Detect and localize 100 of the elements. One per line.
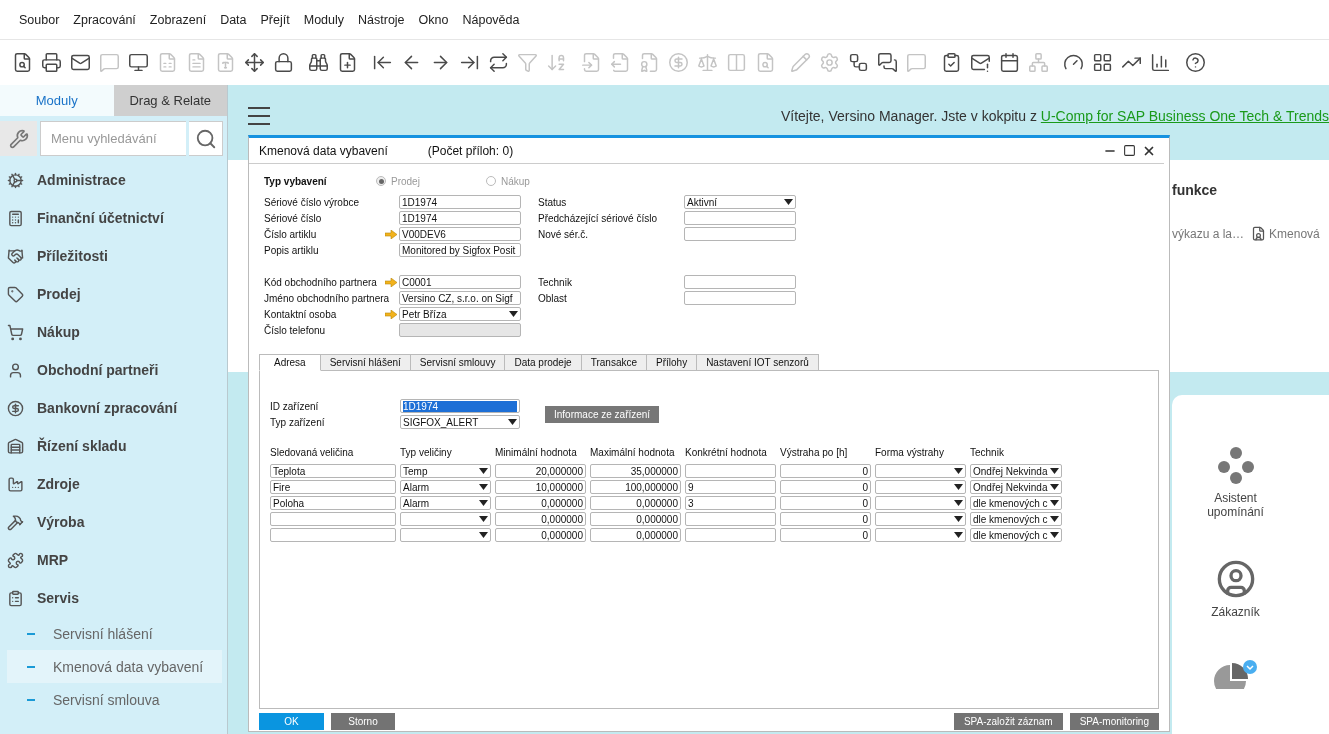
table-dropdown[interactable]: Ondřej Nekvinda (970, 480, 1062, 494)
module-item[interactable]: Bankovní zpracování (0, 389, 227, 427)
table-cell[interactable]: 0,000000 (495, 528, 586, 542)
table-cell[interactable]: 0,000000 (495, 496, 586, 510)
move-icon[interactable] (244, 52, 265, 73)
table-dropdown[interactable] (875, 512, 966, 526)
link-arrow-icon[interactable] (385, 277, 397, 287)
table-dropdown[interactable]: Ondřej Nekvinda (970, 464, 1062, 478)
dropdown[interactable]: Petr Bříza (399, 307, 521, 321)
menu-item[interactable]: Nástroje (351, 12, 412, 27)
menu-icon[interactable] (248, 107, 270, 125)
input-field[interactable]: C0001 (399, 275, 521, 289)
input-field[interactable] (684, 291, 796, 305)
bar-chart-icon[interactable] (1150, 52, 1171, 73)
menu-item[interactable]: Okno (411, 12, 456, 27)
table-cell[interactable]: 9 (685, 480, 776, 494)
input-field[interactable] (684, 227, 796, 241)
pie-chart-icon[interactable] (1213, 659, 1258, 689)
table-cell[interactable]: 0,000000 (495, 512, 586, 526)
module-item[interactable]: Servis (0, 579, 227, 617)
table-cell[interactable]: 0,000000 (590, 528, 681, 542)
print-icon[interactable] (41, 52, 62, 73)
table-dropdown[interactable]: Temp (400, 464, 491, 478)
info-button[interactable]: Informace ze zařízení (545, 405, 660, 423)
tab[interactable]: Servisní hlášení (319, 354, 411, 371)
dropdown[interactable]: Aktivní (684, 195, 796, 209)
search-icon[interactable] (189, 121, 223, 156)
search-field[interactable]: Menu vyhledávání (40, 121, 186, 156)
calendar-icon[interactable] (999, 52, 1020, 73)
sidebar-tab[interactable]: Drag & Relate (113, 85, 227, 116)
input-field[interactable]: 1D1974 (400, 399, 520, 413)
dialog-button[interactable]: Storno (331, 713, 395, 730)
table-cell[interactable]: Poloha (270, 496, 396, 510)
table-cell[interactable]: Fire (270, 480, 396, 494)
table-cell[interactable] (270, 512, 396, 526)
submenu-item[interactable]: Servisní hlášení (7, 617, 222, 650)
module-item[interactable]: Prodej (0, 275, 227, 313)
dots-icon[interactable] (1215, 445, 1256, 485)
menu-item[interactable]: Přejít (253, 12, 297, 27)
table-cell[interactable]: 3 (685, 496, 776, 510)
table-cell[interactable]: 100,000000 (590, 480, 681, 494)
table-cell[interactable]: 20,000000 (495, 464, 586, 478)
preview-icon[interactable] (12, 52, 33, 73)
input-field[interactable] (399, 323, 521, 337)
menu-item[interactable]: Nápověda (455, 12, 527, 27)
link-arrow-icon[interactable] (385, 229, 397, 239)
table-dropdown[interactable]: dle kmenových c (970, 496, 1062, 510)
input-field[interactable]: Monitored by Sigfox Posit (399, 243, 521, 257)
tab[interactable]: Přílohy (646, 354, 698, 371)
grid-icon[interactable] (1092, 52, 1113, 73)
module-item[interactable]: Administrace (0, 161, 227, 199)
input-field[interactable]: Versino CZ, s.r.o. on Sigf (399, 291, 521, 305)
table-dropdown[interactable]: Alarm (400, 496, 491, 510)
module-item[interactable]: Příležitosti (0, 237, 227, 275)
module-item[interactable]: Zdroje (0, 465, 227, 503)
monitor-icon[interactable] (128, 52, 149, 73)
dialog-button[interactable]: SPA-založit záznam (953, 713, 1063, 730)
tab[interactable]: Adresa (259, 354, 321, 371)
user-icon[interactable] (1215, 559, 1256, 599)
lock-icon[interactable] (273, 52, 294, 73)
table-dropdown[interactable] (400, 512, 491, 526)
table-dropdown[interactable]: dle kmenových c (970, 512, 1062, 526)
input-field[interactable]: 1D1974 (399, 195, 521, 209)
menu-item[interactable]: Zpracování (66, 12, 143, 27)
table-cell[interactable]: 0 (780, 512, 871, 526)
tab[interactable]: Data prodeje (504, 354, 582, 371)
submenu-item[interactable]: Kmenová data vybavení (7, 650, 222, 683)
table-cell[interactable] (685, 464, 776, 478)
binoculars-icon[interactable] (308, 52, 329, 73)
input-field[interactable]: V00DEV6 (399, 227, 521, 241)
menu-item[interactable]: Soubor (12, 12, 67, 27)
module-item[interactable]: Finanční účetnictví (0, 199, 227, 237)
wrench-icon[interactable] (0, 121, 37, 156)
maximize-icon[interactable] (1123, 143, 1136, 158)
menu-item[interactable]: Zobrazení (142, 12, 214, 27)
function-link[interactable]: výkazu a la… (1172, 226, 1245, 241)
email-icon[interactable] (70, 52, 91, 73)
module-item[interactable]: Obchodní partneři (0, 351, 227, 389)
table-dropdown[interactable]: Alarm (400, 480, 491, 494)
table-dropdown[interactable] (875, 464, 966, 478)
table-cell[interactable] (685, 528, 776, 542)
table-cell[interactable] (270, 528, 396, 542)
mail-alert-icon[interactable] (970, 52, 991, 73)
dropdown[interactable]: SIGFOX_ALERT (400, 415, 520, 429)
table-cell[interactable]: Teplota (270, 464, 396, 478)
new-document-icon[interactable] (337, 52, 358, 73)
table-cell[interactable]: 0 (780, 464, 871, 478)
sidebar-tab[interactable]: Moduly (0, 85, 114, 116)
chat-icon[interactable] (877, 52, 898, 73)
table-cell[interactable]: 35,000000 (590, 464, 681, 478)
workflow-icon[interactable] (848, 52, 869, 73)
table-cell[interactable]: 10,000000 (495, 480, 586, 494)
module-item[interactable]: Řízení skladu (0, 427, 227, 465)
link-arrow-icon[interactable] (385, 309, 397, 319)
table-dropdown[interactable] (875, 496, 966, 510)
table-cell[interactable]: 0 (780, 496, 871, 510)
input-field[interactable]: 1D1974 (399, 211, 521, 225)
menu-item[interactable]: Data (213, 12, 254, 27)
module-item[interactable]: Nákup (0, 313, 227, 351)
refresh-icon[interactable] (488, 52, 509, 73)
